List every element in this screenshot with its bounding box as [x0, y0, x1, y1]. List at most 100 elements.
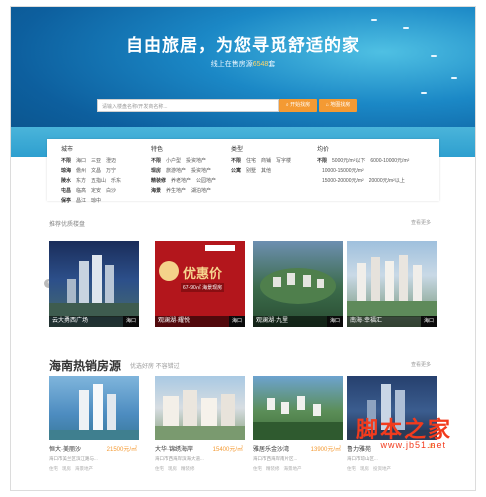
- filter-row: 现房 旅游地产 投资地产: [151, 167, 216, 174]
- filter-option[interactable]: 万宁: [106, 167, 116, 174]
- filter-type: 类型不限 住宅 商铺 写字楼公寓 别墅 其他: [231, 144, 291, 177]
- filter-option[interactable]: 投资地产: [191, 167, 211, 174]
- boat-decoration: [421, 92, 427, 94]
- listing-address: 海口市琼山区...: [347, 456, 378, 461]
- filter-heading: 城市: [61, 147, 74, 153]
- promo-subtext: 67-90㎡ 海景现房: [181, 283, 225, 292]
- recommend-card[interactable]: 云大勇西广场 海口: [49, 241, 139, 327]
- recommend-carousel: 云大勇西广场 海口 优惠价 67-90㎡ 海景现房 观澜湖·耀悦 海口 观澜湖·…: [47, 241, 439, 331]
- card-tag: 海口: [326, 316, 343, 327]
- listing-name-row: 大华·锦绣海岸 15400元/㎡: [155, 444, 245, 453]
- filter-panel: 城市 不限 海口 三亚 澄迈 琼海 儋州 文昌 万宁 陵水 东方 五指山 乐东 屯昌 临高 定安 白沙 保亭 昌江琼…: [47, 139, 439, 204]
- filter-option[interactable]: 不限: [317, 157, 327, 164]
- listing-image: [155, 376, 245, 440]
- site-watermark-url: www.jb51.net: [380, 440, 446, 450]
- filter-option[interactable]: 海口: [76, 157, 86, 164]
- filter-option[interactable]: 湖泊地产: [191, 187, 211, 194]
- filter-option[interactable]: 乐东: [111, 177, 121, 184]
- listing-address: 海口市西海岸滨海大道...: [155, 456, 204, 461]
- filter-row: 精装修 养老地产 公园地产: [151, 177, 216, 184]
- filter-option[interactable]: 澄迈: [106, 157, 116, 164]
- filter-option[interactable]: 旅游地产: [166, 167, 186, 174]
- recommend-card[interactable]: 优惠价 67-90㎡ 海景现房 观澜湖·耀悦 海口: [155, 241, 245, 327]
- filter-option[interactable]: 屯昌: [61, 187, 71, 194]
- listing-image: [49, 376, 139, 440]
- filter-option[interactable]: 陵水: [61, 177, 71, 184]
- filter-row: 琼海 儋州 文昌 万宁: [61, 167, 121, 174]
- filter-option[interactable]: 10000-15000元/m²: [322, 167, 364, 174]
- filter-option[interactable]: 公寓: [231, 167, 241, 174]
- filter-option[interactable]: 写字楼: [276, 157, 291, 164]
- hot-more-link[interactable]: 查看更多: [411, 361, 431, 368]
- filter-option[interactable]: 文昌: [91, 167, 101, 174]
- filter-option[interactable]: 昌江: [76, 197, 86, 204]
- search-button[interactable]: ⌕ 开始找房: [279, 99, 317, 112]
- filter-row: 15000-20000元/m² 20000元/m²以上: [317, 177, 409, 184]
- filter-option[interactable]: 精装修: [151, 177, 166, 184]
- hot-section-subtitle: 优选好房 不容错过: [130, 364, 180, 370]
- filter-option[interactable]: 6000-10000元/m²: [370, 157, 409, 164]
- recommend-card[interactable]: 南海·幸福汇 海口: [347, 241, 437, 327]
- card-tag: 海口: [122, 316, 139, 327]
- filter-option[interactable]: 20000元/m²以上: [369, 177, 405, 184]
- map-search-button[interactable]: ⌂ 地图找房: [319, 99, 357, 112]
- filter-option[interactable]: 住宅: [246, 157, 256, 164]
- filter-option[interactable]: 不限: [61, 157, 71, 164]
- search-input[interactable]: 请输入楼盘名称/开发商名称...: [97, 99, 279, 112]
- listing-price: 13900元/㎡: [310, 447, 341, 453]
- filter-option[interactable]: 养老地产: [171, 177, 191, 184]
- resort-image: [260, 268, 336, 304]
- filter-option[interactable]: 养生地产: [166, 187, 186, 194]
- recommend-more-link[interactable]: 查看更多: [411, 219, 431, 226]
- filter-row: 10000-15000元/m²: [317, 167, 409, 174]
- filter-row: 陵水 东方 五指山 乐东: [61, 177, 121, 184]
- filter-option[interactable]: 保亭: [61, 197, 71, 204]
- filter-option[interactable]: 现房: [151, 167, 161, 174]
- filter-row: 屯昌 临高 定安 白沙: [61, 187, 121, 194]
- filter-row: 不限 小户型 投资地产: [151, 157, 216, 164]
- filter-option[interactable]: 海景: [151, 187, 161, 194]
- filter-city: 城市 不限 海口 三亚 澄迈 琼海 儋州 文昌 万宁 陵水 东方 五指山 乐东 屯昌 临高 定安 白沙 保亭 昌江琼…: [61, 144, 121, 207]
- filter-row: 保亭 昌江 琼中: [61, 197, 121, 204]
- hot-card[interactable]: 雅居乐金沙湾 13900元/㎡ 海口市西海岸南片区... 住宅 精装修 海景地产: [253, 376, 343, 472]
- filter-option[interactable]: 白沙: [106, 187, 116, 194]
- hot-card[interactable]: 大华·锦绣海岸 15400元/㎡ 海口市西海岸滨海大道... 住宅 现房 精装修: [155, 376, 245, 472]
- filter-option[interactable]: 15000-20000元/m²: [322, 177, 364, 184]
- building-image: [49, 255, 139, 317]
- listing-tags: 住宅 精装修 海景地产: [253, 466, 302, 471]
- filter-row: 不限 海口 三亚 澄迈: [61, 157, 121, 164]
- listing-name-row: 雅居乐金沙湾 13900元/㎡: [253, 444, 343, 453]
- filter-heading: 类型: [231, 147, 244, 153]
- filter-option[interactable]: 定安: [91, 187, 101, 194]
- filter-option[interactable]: 小户型: [166, 157, 181, 164]
- card-tag: 海口: [420, 316, 437, 327]
- boat-decoration: [403, 27, 409, 29]
- listing-address: 海口市美兰区滨江路与...: [49, 456, 98, 461]
- filter-option[interactable]: 其他: [261, 167, 271, 174]
- filter-option[interactable]: 琼海: [61, 167, 71, 174]
- filter-option[interactable]: 别墅: [246, 167, 256, 174]
- listing-address: 海口市西海岸南片区...: [253, 456, 298, 461]
- filter-option[interactable]: 投资地产: [186, 157, 206, 164]
- hot-card[interactable]: 恒大·美丽沙 21500元/㎡ 海口市美兰区滨江路与... 住宅 现房 海景地产: [49, 376, 139, 472]
- filter-option[interactable]: 公园地产: [196, 177, 216, 184]
- listing-tags: 住宅 现房 海景地产: [49, 466, 93, 471]
- listing-image: [253, 376, 343, 440]
- filter-option[interactable]: 5000元/m²以下: [332, 157, 365, 164]
- filter-option[interactable]: 五指山: [91, 177, 106, 184]
- filter-option[interactable]: 临高: [76, 187, 86, 194]
- boat-decoration: [371, 19, 377, 21]
- filter-option[interactable]: 不限: [231, 157, 241, 164]
- filter-option[interactable]: 东方: [76, 177, 86, 184]
- filter-option[interactable]: 儋州: [76, 167, 86, 174]
- listing-price: 21500元/㎡: [106, 447, 137, 453]
- filter-option[interactable]: 三亚: [91, 157, 101, 164]
- filter-option[interactable]: 琼中: [91, 197, 101, 204]
- hot-section-title: 海南热销房源: [49, 359, 122, 373]
- listing-tags: 住宅 现房 投资地产: [347, 466, 391, 471]
- filter-option[interactable]: 商铺: [261, 157, 271, 164]
- complex-image: [347, 255, 437, 317]
- filter-option[interactable]: 不限: [151, 157, 161, 164]
- recommend-title: 推荐优质楼盘: [49, 222, 86, 228]
- recommend-card[interactable]: 观澜湖·九里 海口: [253, 241, 343, 327]
